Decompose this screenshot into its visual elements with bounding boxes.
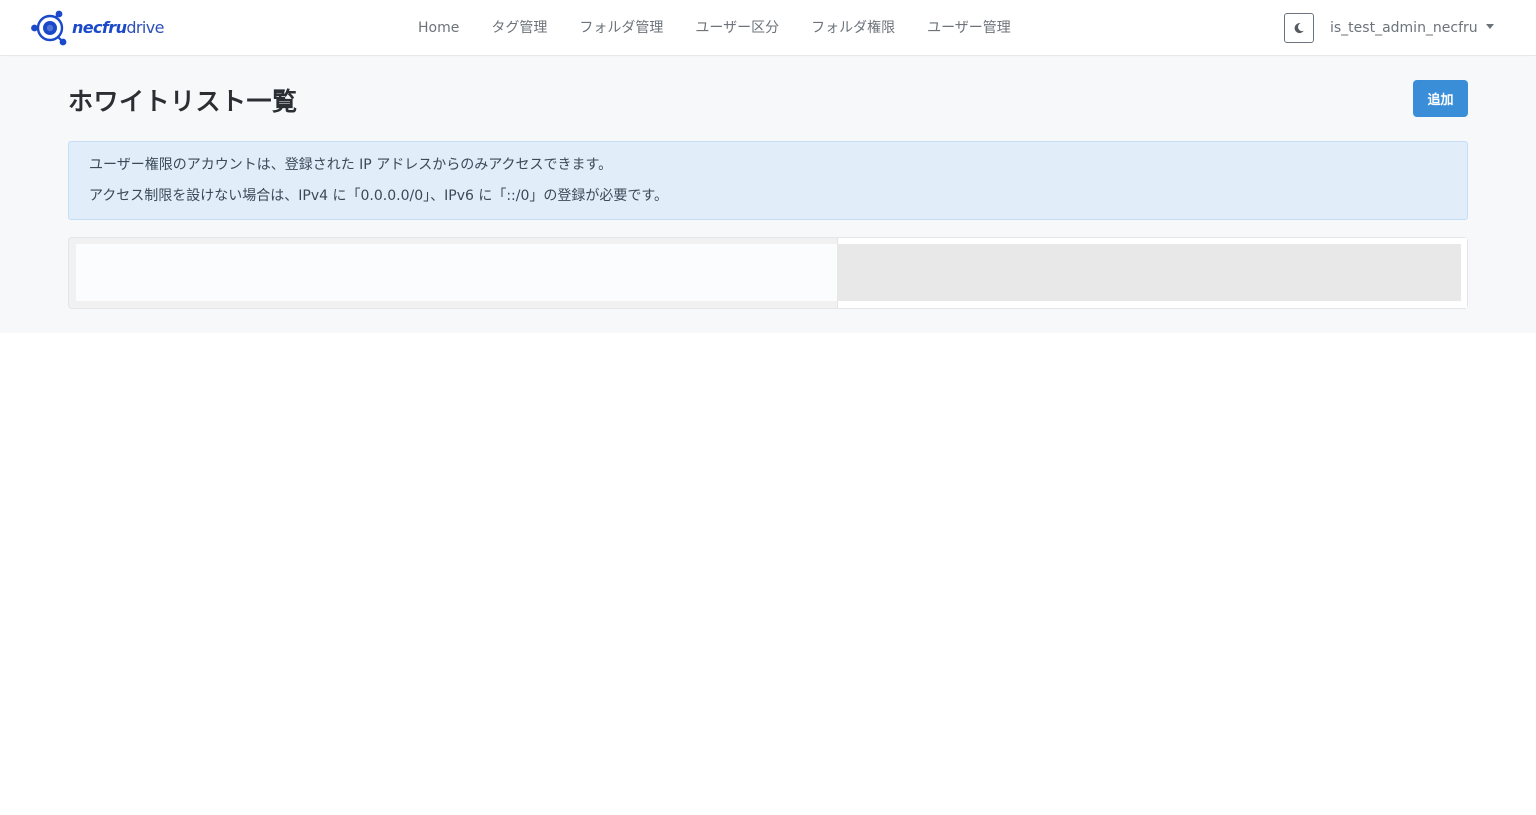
add-button[interactable]: 追加: [1413, 80, 1468, 117]
table-placeholder-left: [76, 244, 837, 301]
nav-home[interactable]: Home: [402, 0, 475, 56]
info-alert: ユーザー権限のアカウントは、登録された IP アドレスからのみアクセスできます。…: [68, 141, 1468, 220]
necfru-logo-icon: [31, 10, 67, 46]
brand-logo[interactable]: necfrudrive: [30, 9, 164, 47]
nav-folder-permissions[interactable]: フォルダ権限: [795, 0, 911, 56]
nav-tag-management[interactable]: タグ管理: [475, 0, 563, 56]
theme-toggle-button[interactable]: [1284, 13, 1314, 43]
moon-icon: [1294, 23, 1304, 34]
nav-user-category[interactable]: ユーザー区分: [679, 0, 795, 56]
alert-line-1: ユーザー権限のアカウントは、登録された IP アドレスからのみアクセスできます。: [89, 157, 613, 173]
nav-folder-management[interactable]: フォルダ管理: [563, 0, 679, 56]
main-nav: Home タグ管理 フォルダ管理 ユーザー区分 フォルダ権限 ユーザー管理: [402, 0, 1027, 56]
page-title: ホワイトリスト一覧: [68, 87, 298, 116]
alert-line-2: アクセス制限を設けない場合は、IPv4 に「0.0.0.0/0」、IPv6 に「…: [89, 188, 668, 204]
user-dropdown[interactable]: is_test_admin_necfru: [1330, 0, 1494, 56]
whitelist-table: [68, 237, 1468, 309]
nav-user-management[interactable]: ユーザー管理: [911, 0, 1027, 56]
brand-name: necfrudrive: [72, 18, 164, 37]
table-placeholder-right: [837, 244, 1461, 301]
top-navbar: necfrudrive Home タグ管理 フォルダ管理 ユーザー区分 フォルダ…: [0, 0, 1536, 56]
caret-down-icon: [1485, 23, 1494, 29]
username: is_test_admin_necfru: [1330, 20, 1478, 36]
